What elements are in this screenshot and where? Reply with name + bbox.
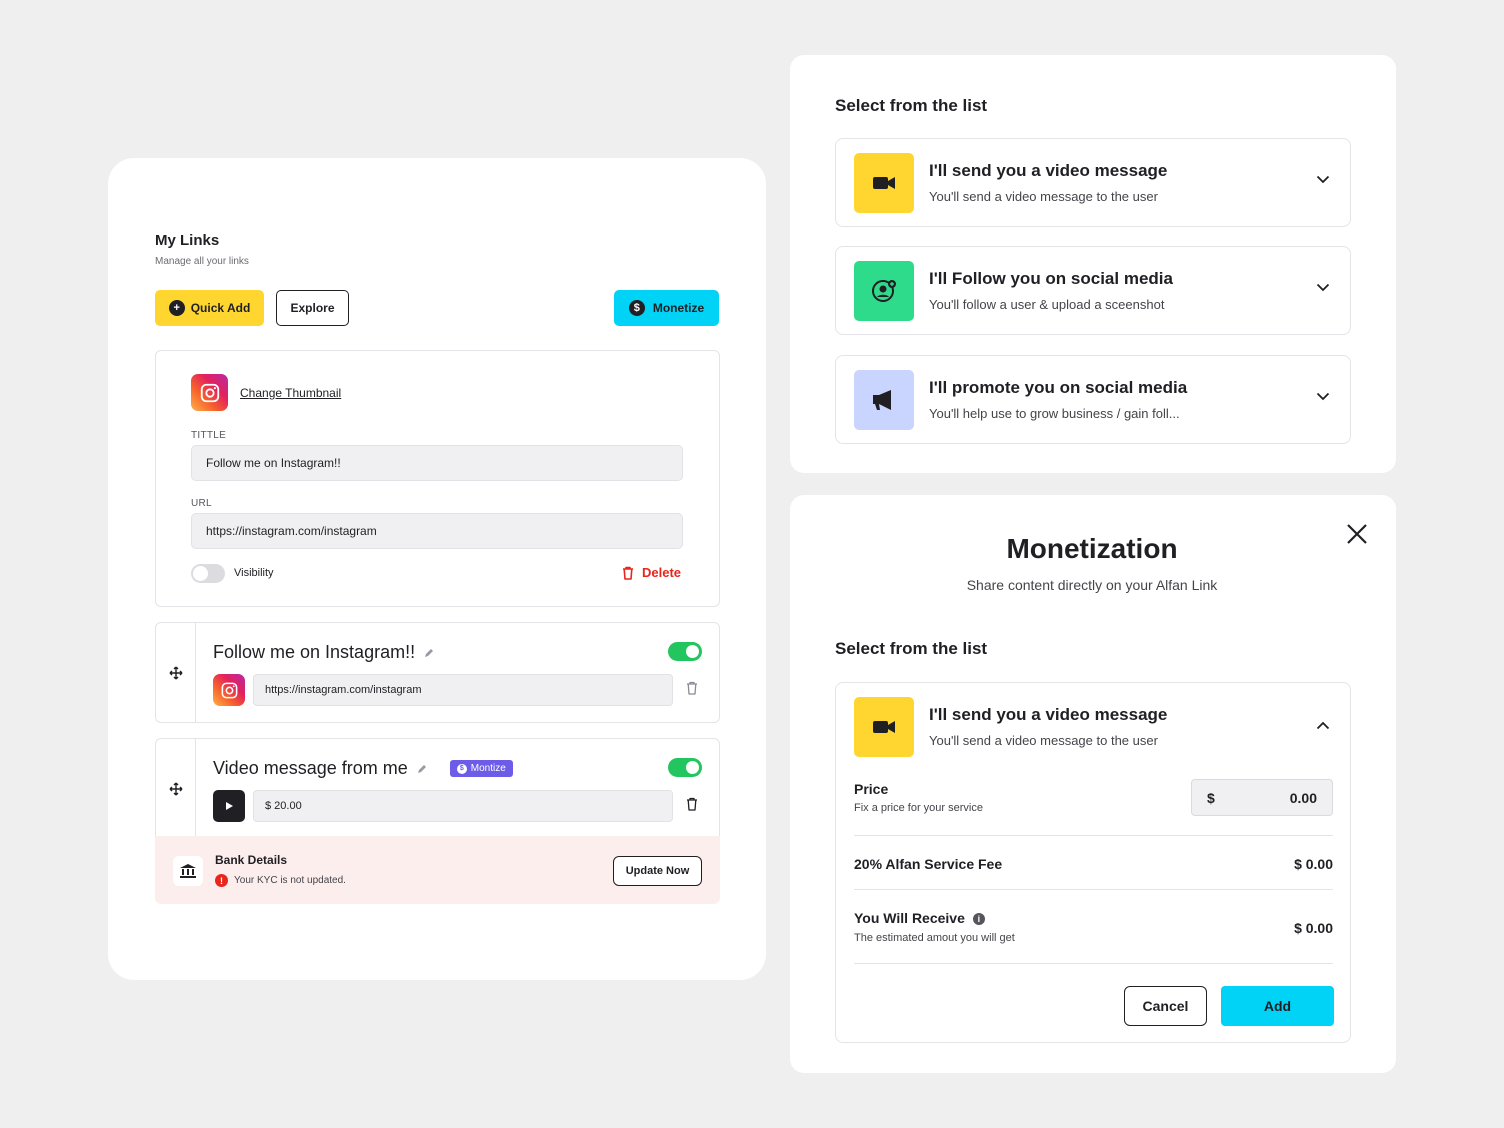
service-fee-value: $ 0.00 — [1294, 856, 1333, 872]
currency-symbol: $ — [1207, 789, 1215, 806]
link-editor: Change Thumbnail TITTLE Follow me on Ins… — [155, 350, 720, 607]
megaphone-icon — [854, 370, 914, 430]
option-video-message-expanded: I'll send you a video message You'll sen… — [835, 682, 1351, 1043]
kyc-warning: ! Your KYC is not updated. — [215, 874, 346, 887]
bank-icon — [173, 856, 203, 886]
select-list-title: Select from the list — [835, 96, 988, 115]
quick-add-button[interactable]: + Quick Add — [155, 290, 264, 326]
montize-badge: $ Montize — [449, 760, 513, 777]
video-camera-icon — [854, 153, 914, 213]
dollar-icon: $ — [628, 300, 645, 316]
option-title: I'll send you a video message — [929, 705, 1168, 724]
price-label: Price — [854, 781, 889, 797]
link-title: Follow me on Instagram!! — [213, 642, 435, 663]
select-list-title: Select from the list — [835, 639, 988, 658]
option-subtitle: You'll send a video message to the user — [929, 189, 1158, 204]
receive-label: You Will Receive i — [854, 910, 985, 926]
cancel-button[interactable]: Cancel — [1124, 986, 1207, 1026]
title-label: TITTLE — [191, 430, 227, 441]
info-icon[interactable]: i — [972, 913, 985, 925]
page-subtitle: Manage all your links — [155, 256, 249, 267]
chevron-down-icon[interactable] — [1316, 175, 1330, 184]
chevron-down-icon[interactable] — [1316, 392, 1330, 401]
option-subtitle: You'll follow a user & upload a sceensho… — [929, 297, 1165, 312]
option-follow-social[interactable]: I'll Follow you on social media You'll f… — [835, 246, 1351, 335]
instagram-icon — [213, 674, 245, 706]
chevron-down-icon[interactable] — [1316, 283, 1330, 292]
plus-icon: + — [168, 300, 185, 316]
link-title: Video message from me $ Montize — [213, 758, 513, 779]
receive-value: $ 0.00 — [1294, 920, 1333, 936]
link-enabled-toggle[interactable] — [668, 758, 702, 777]
drag-handle-icon[interactable] — [156, 623, 196, 722]
close-icon[interactable] — [1346, 523, 1368, 545]
warning-icon: ! — [215, 874, 228, 887]
montize-badge-label: Montize — [470, 763, 506, 774]
pencil-icon[interactable] — [423, 647, 435, 659]
url-label: URL — [191, 498, 212, 509]
receive-label-text: You Will Receive — [854, 910, 965, 926]
bank-details-title: Bank Details — [215, 853, 288, 867]
divider — [854, 835, 1333, 836]
url-input[interactable]: https://instagram.com/instagram — [191, 513, 683, 549]
service-fee-label: 20% Alfan Service Fee — [854, 856, 1003, 872]
option-subtitle: You'll send a video message to the user — [929, 733, 1158, 748]
option-promote-social[interactable]: I'll promote you on social media You'll … — [835, 355, 1351, 444]
price-description: Fix a price for your service — [854, 802, 983, 814]
delete-label: Delete — [642, 565, 682, 580]
link-title-text: Video message from me — [213, 758, 408, 778]
follow-user-icon — [854, 261, 914, 321]
dollar-icon: $ — [456, 763, 467, 774]
title-input[interactable]: Follow me on Instagram!! — [191, 445, 683, 481]
kyc-warning-text: Your KYC is not updated. — [234, 875, 346, 886]
delete-button[interactable]: Delete — [622, 565, 681, 580]
visibility-label: Visibility — [234, 567, 274, 579]
divider — [854, 963, 1333, 964]
play-icon — [213, 790, 245, 822]
visibility-toggle[interactable] — [191, 564, 225, 583]
option-subtitle: You'll help use to grow business / gain … — [929, 406, 1180, 421]
link-title-text: Follow me on Instagram!! — [213, 642, 416, 662]
monetize-button[interactable]: $ Monetize — [614, 290, 719, 326]
link-price-field[interactable]: $ 20.00 — [253, 790, 673, 822]
quick-add-label: Quick Add — [190, 301, 251, 315]
price-input[interactable]: $ 0.00 — [1191, 779, 1333, 816]
explore-button[interactable]: Explore — [276, 290, 349, 326]
option-title: I'll Follow you on social media — [929, 269, 1173, 288]
link-url-field[interactable]: https://instagram.com/instagram — [253, 674, 673, 706]
price-value: 0.00 — [1289, 789, 1317, 806]
page-title: My Links — [155, 232, 220, 249]
pencil-icon[interactable] — [416, 763, 428, 775]
link-item: Follow me on Instagram!! https://instagr… — [155, 622, 720, 723]
drag-handle-icon[interactable] — [156, 739, 196, 838]
monetization-modal: Monetization Share content directly on y… — [790, 495, 1396, 1073]
option-title: I'll promote you on social media — [929, 378, 1188, 397]
instagram-icon[interactable] — [191, 374, 228, 411]
update-now-button[interactable]: Update Now — [613, 856, 702, 886]
link-enabled-toggle[interactable] — [668, 642, 702, 661]
trash-icon[interactable] — [686, 797, 698, 811]
link-item: Video message from me $ Montize $ 20.00 — [155, 738, 720, 839]
option-title: I'll send you a video message — [929, 161, 1168, 180]
divider — [854, 889, 1333, 890]
chevron-up-icon[interactable] — [1316, 721, 1330, 730]
select-list-card: Select from the list I'll send you a vid… — [790, 55, 1396, 473]
receive-description: The estimated amout you will get — [854, 932, 1015, 944]
video-camera-icon — [854, 697, 914, 757]
bank-details-banner: Bank Details ! Your KYC is not updated. … — [155, 836, 720, 904]
option-video-message[interactable]: I'll send you a video message You'll sen… — [835, 138, 1351, 227]
my-links-card: My Links Manage all your links + Quick A… — [108, 158, 766, 980]
change-thumbnail-link[interactable]: Change Thumbnail — [240, 386, 341, 400]
modal-title: Monetization — [1006, 533, 1178, 564]
monetize-label: Monetize — [652, 301, 705, 315]
trash-icon[interactable] — [686, 681, 698, 695]
trash-icon — [623, 566, 633, 580]
add-button[interactable]: Add — [1221, 986, 1334, 1026]
modal-subtitle: Share content directly on your Alfan Lin… — [966, 577, 1218, 593]
